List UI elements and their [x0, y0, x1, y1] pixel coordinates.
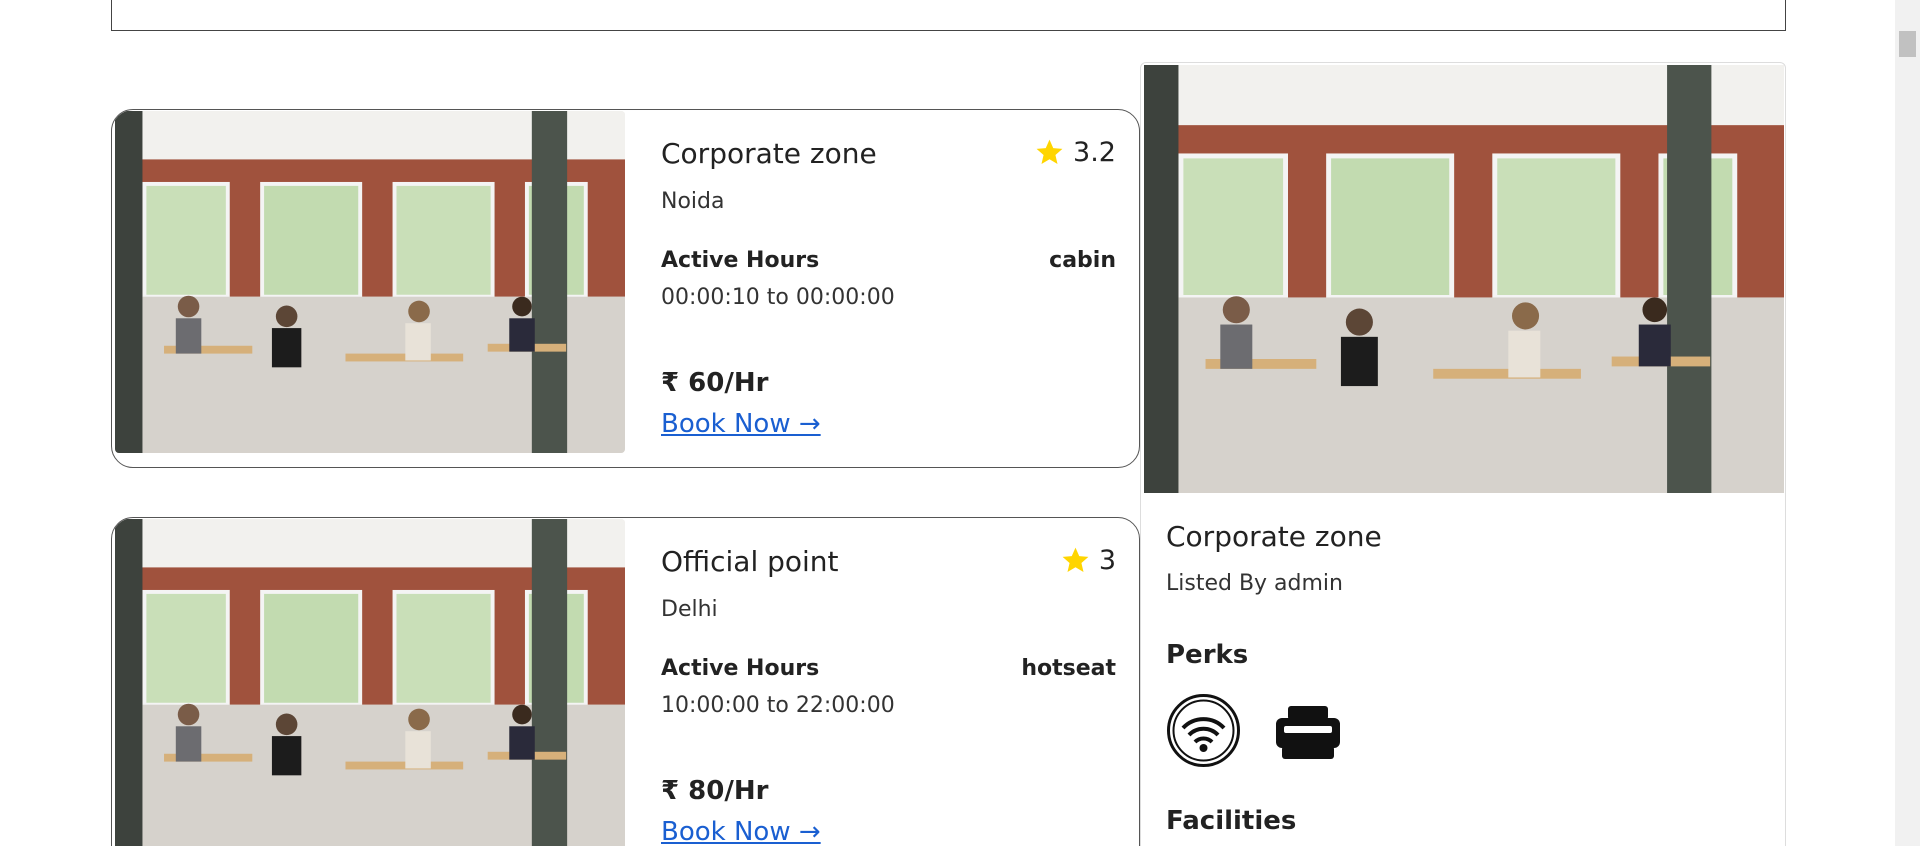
listing-price: ₹ 60/Hr	[661, 368, 769, 398]
listing-city: Delhi	[661, 597, 718, 622]
space-type: cabin	[1049, 248, 1116, 273]
listing-title: Corporate zone	[661, 137, 877, 170]
star-icon	[1062, 547, 1089, 572]
listing-rating: 3	[1060, 545, 1116, 576]
active-hours-value: 00:00:10 to 00:00:00	[661, 285, 895, 310]
detail-photo	[1144, 65, 1784, 493]
wifi-icon	[1167, 694, 1240, 767]
listing-rating: 3.2	[1034, 137, 1116, 168]
active-hours-label: Active Hours	[661, 656, 820, 681]
search-panel	[111, 0, 1786, 31]
listing-detail-panel: Corporate zone Listed By admin Perks Fac…	[1140, 62, 1786, 846]
listing-card[interactable]: Official point 3 Delhi Active Hours hots…	[111, 517, 1140, 846]
rating-value: 3	[1098, 545, 1116, 576]
listing-price: ₹ 80/Hr	[661, 776, 769, 806]
detail-title: Corporate zone	[1166, 520, 1382, 553]
scrollbar-thumb[interactable]	[1899, 31, 1916, 57]
listing-details: Corporate zone 3.2 Noida Active Hours ca…	[650, 110, 1116, 467]
book-now-link[interactable]: Book Now →	[661, 817, 821, 846]
active-hours-value: 10:00:00 to 22:00:00	[661, 693, 895, 718]
perks-heading: Perks	[1166, 640, 1249, 670]
page-scrollbar[interactable]	[1895, 0, 1920, 846]
listing-title: Official point	[661, 545, 839, 578]
listing-city: Noida	[661, 189, 725, 214]
active-hours-label: Active Hours	[661, 248, 820, 273]
listing-photo	[115, 111, 625, 453]
facilities-heading: Facilities	[1166, 806, 1297, 836]
printer-icon	[1276, 706, 1340, 759]
listed-by: Listed By admin	[1166, 571, 1343, 596]
listing-photo	[115, 519, 625, 846]
listing-card[interactable]: Corporate zone 3.2 Noida Active Hours ca…	[111, 109, 1140, 468]
star-icon	[1036, 139, 1063, 164]
space-type: hotseat	[1021, 656, 1116, 681]
book-now-link[interactable]: Book Now →	[661, 409, 821, 439]
listing-details: Official point 3 Delhi Active Hours hots…	[650, 518, 1116, 846]
rating-value: 3.2	[1073, 137, 1116, 168]
